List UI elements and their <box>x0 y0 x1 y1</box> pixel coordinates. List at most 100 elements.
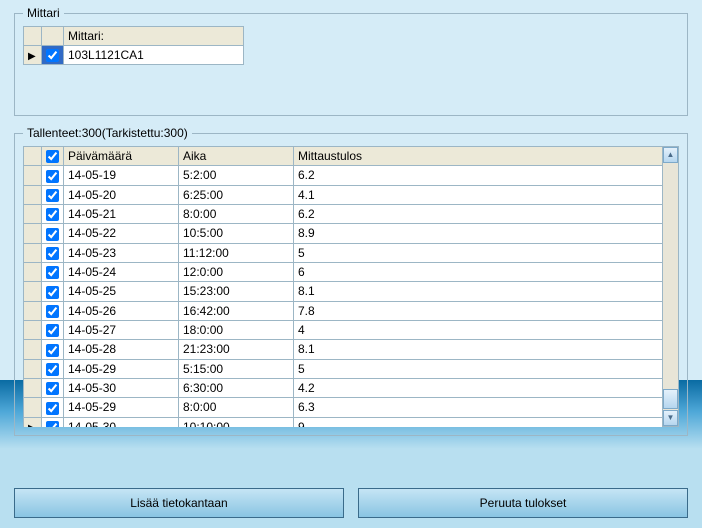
row-checkbox[interactable] <box>46 421 59 427</box>
grid-check-header[interactable] <box>42 147 64 166</box>
cell-time[interactable]: 10:10:00 <box>179 417 294 427</box>
cell-time[interactable]: 5:2:00 <box>179 166 294 185</box>
cell-date[interactable]: 14-05-20 <box>64 185 179 204</box>
table-row[interactable]: 14-05-2412:0:006 <box>24 262 663 281</box>
cell-time[interactable]: 12:0:00 <box>179 262 294 281</box>
col-date[interactable]: Päivämäärä <box>64 147 179 166</box>
cell-date[interactable]: 14-05-21 <box>64 204 179 223</box>
row-checkbox[interactable] <box>46 305 59 318</box>
cell-value[interactable]: 8.1 <box>294 282 663 301</box>
col-value[interactable]: Mittaustulos <box>294 147 663 166</box>
cell-value[interactable]: 8.1 <box>294 340 663 359</box>
table-row[interactable]: 14-05-206:25:004.1 <box>24 185 663 204</box>
cell-time[interactable]: 8:0:00 <box>179 204 294 223</box>
row-checkbox[interactable] <box>46 208 59 221</box>
scroll-up-button[interactable]: ▲ <box>663 147 678 163</box>
scroll-thumb[interactable] <box>663 389 678 409</box>
row-checkbox[interactable] <box>46 363 59 376</box>
cell-value[interactable]: 8.9 <box>294 224 663 243</box>
row-checkbox[interactable] <box>46 402 59 415</box>
row-check-cell[interactable] <box>42 417 64 427</box>
row-check-cell[interactable] <box>42 224 64 243</box>
table-row[interactable]: 14-05-2718:0:004 <box>24 320 663 339</box>
col-time[interactable]: Aika <box>179 147 294 166</box>
cell-time[interactable]: 10:5:00 <box>179 224 294 243</box>
cell-date[interactable]: 14-05-23 <box>64 243 179 262</box>
row-check-cell[interactable] <box>42 398 64 417</box>
mittari-checkbox[interactable] <box>46 49 59 62</box>
cell-time[interactable]: 18:0:00 <box>179 320 294 339</box>
mittari-check-cell[interactable] <box>42 46 64 65</box>
cell-date[interactable]: 14-05-25 <box>64 282 179 301</box>
row-checkbox[interactable] <box>46 344 59 357</box>
row-checkbox[interactable] <box>46 247 59 260</box>
cell-time[interactable]: 11:12:00 <box>179 243 294 262</box>
row-check-cell[interactable] <box>42 301 64 320</box>
table-row[interactable]: 14-05-2515:23:008.1 <box>24 282 663 301</box>
row-check-cell[interactable] <box>42 262 64 281</box>
row-checkbox[interactable] <box>46 382 59 395</box>
cell-value[interactable]: 7.8 <box>294 301 663 320</box>
cancel-results-button[interactable]: Peruuta tulokset <box>358 488 688 518</box>
row-checkbox[interactable] <box>46 266 59 279</box>
cell-value[interactable]: 9 <box>294 417 663 427</box>
table-row[interactable]: 14-05-195:2:006.2 <box>24 166 663 185</box>
row-check-cell[interactable] <box>42 340 64 359</box>
table-row[interactable]: 14-05-306:30:004.2 <box>24 378 663 397</box>
cell-date[interactable]: 14-05-24 <box>64 262 179 281</box>
cell-time[interactable]: 5:15:00 <box>179 359 294 378</box>
table-row[interactable]: 14-05-218:0:006.2 <box>24 204 663 223</box>
cell-date[interactable]: 14-05-29 <box>64 359 179 378</box>
cell-value[interactable]: 4.1 <box>294 185 663 204</box>
mittari-value-cell[interactable]: 103L1121CA1 <box>64 46 244 65</box>
add-to-database-button[interactable]: Lisää tietokantaan <box>14 488 344 518</box>
mittari-header[interactable]: Mittari: <box>64 27 244 46</box>
cell-date[interactable]: 14-05-28 <box>64 340 179 359</box>
row-check-cell[interactable] <box>42 359 64 378</box>
table-row[interactable]: ▶14-05-3010:10:009 <box>24 417 663 427</box>
row-checkbox[interactable] <box>46 286 59 299</box>
cell-date[interactable]: 14-05-30 <box>64 417 179 427</box>
cell-value[interactable]: 6 <box>294 262 663 281</box>
cell-time[interactable]: 21:23:00 <box>179 340 294 359</box>
cell-date[interactable]: 14-05-30 <box>64 378 179 397</box>
row-check-cell[interactable] <box>42 204 64 223</box>
mittari-row[interactable]: ▶ 103L1121CA1 <box>24 46 244 65</box>
cell-date[interactable]: 14-05-26 <box>64 301 179 320</box>
cell-time[interactable]: 16:42:00 <box>179 301 294 320</box>
cell-date[interactable]: 14-05-19 <box>64 166 179 185</box>
cell-value[interactable]: 5 <box>294 359 663 378</box>
row-check-cell[interactable] <box>42 166 64 185</box>
table-row[interactable]: 14-05-2210:5:008.9 <box>24 224 663 243</box>
cell-date[interactable]: 14-05-22 <box>64 224 179 243</box>
cell-value[interactable]: 6.2 <box>294 204 663 223</box>
row-check-cell[interactable] <box>42 243 64 262</box>
row-checkbox[interactable] <box>46 170 59 183</box>
row-checkbox[interactable] <box>46 228 59 241</box>
row-check-cell[interactable] <box>42 185 64 204</box>
table-row[interactable]: 14-05-298:0:006.3 <box>24 398 663 417</box>
cell-value[interactable]: 4 <box>294 320 663 339</box>
cell-value[interactable]: 6.2 <box>294 166 663 185</box>
row-check-cell[interactable] <box>42 282 64 301</box>
row-checkbox[interactable] <box>46 189 59 202</box>
cell-value[interactable]: 6.3 <box>294 398 663 417</box>
cell-date[interactable]: 14-05-27 <box>64 320 179 339</box>
row-check-cell[interactable] <box>42 320 64 339</box>
cell-time[interactable]: 6:30:00 <box>179 378 294 397</box>
cell-time[interactable]: 6:25:00 <box>179 185 294 204</box>
vertical-scrollbar[interactable]: ▲ ▼ <box>663 146 679 427</box>
cell-value[interactable]: 4.2 <box>294 378 663 397</box>
row-check-cell[interactable] <box>42 378 64 397</box>
table-row[interactable]: 14-05-2821:23:008.1 <box>24 340 663 359</box>
table-row[interactable]: 14-05-295:15:005 <box>24 359 663 378</box>
scroll-down-button[interactable]: ▼ <box>663 410 678 426</box>
cell-date[interactable]: 14-05-29 <box>64 398 179 417</box>
table-row[interactable]: 14-05-2616:42:007.8 <box>24 301 663 320</box>
select-all-checkbox[interactable] <box>46 150 59 163</box>
cell-time[interactable]: 15:23:00 <box>179 282 294 301</box>
cell-time[interactable]: 8:0:00 <box>179 398 294 417</box>
table-row[interactable]: 14-05-2311:12:005 <box>24 243 663 262</box>
row-checkbox[interactable] <box>46 324 59 337</box>
cell-value[interactable]: 5 <box>294 243 663 262</box>
